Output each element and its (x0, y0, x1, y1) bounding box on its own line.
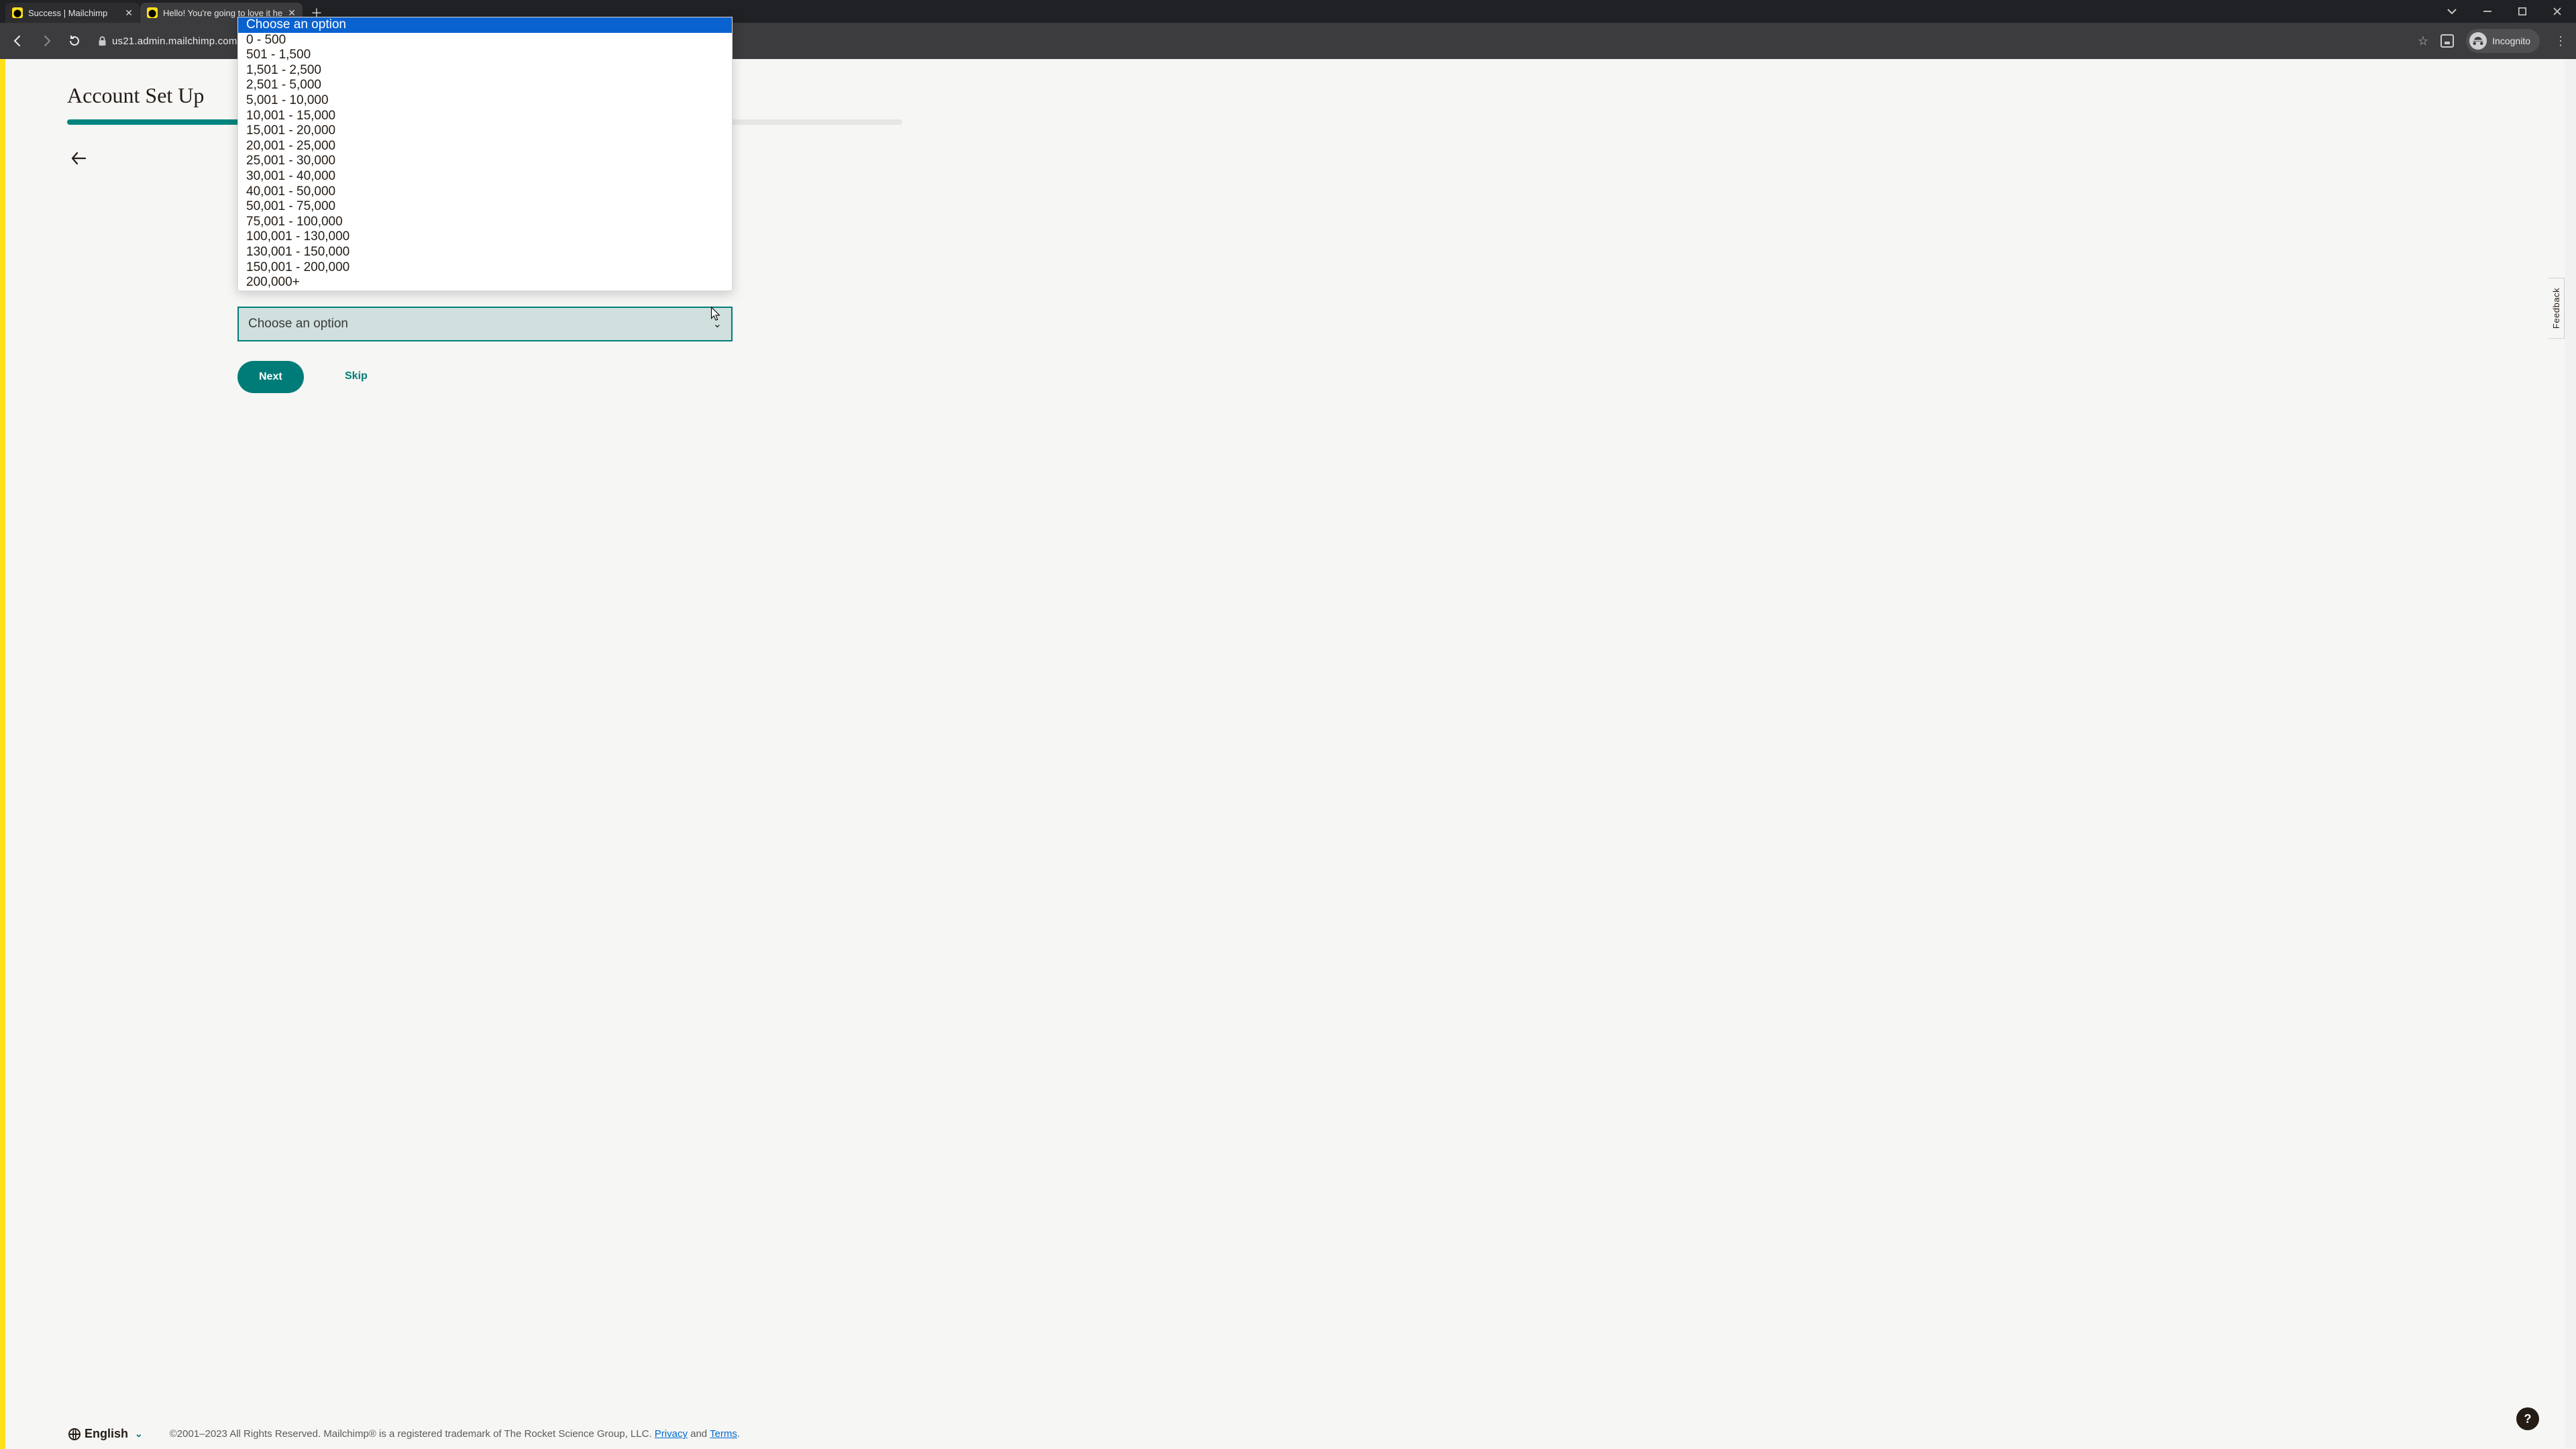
close-icon[interactable]: ✕ (125, 8, 133, 17)
select-option[interactable]: 2,501 - 5,000 (238, 78, 732, 93)
help-button[interactable]: ? (2516, 1407, 2539, 1430)
skip-button[interactable]: Skip (345, 370, 368, 382)
reload-button[interactable] (63, 30, 86, 52)
maximize-icon[interactable] (2518, 7, 2526, 15)
incognito-label: Incognito (2492, 36, 2530, 46)
select-option[interactable]: 50,001 - 75,000 (238, 199, 732, 215)
select-option[interactable]: 1,501 - 2,500 (238, 63, 732, 78)
chevron-down-icon: ⌄ (135, 1428, 143, 1440)
terms-link[interactable]: Terms (710, 1428, 737, 1440)
tab-title: Success | Mailchimp (28, 8, 119, 18)
select-option[interactable]: 25,001 - 30,000 (238, 154, 732, 169)
minimize-icon[interactable] (2483, 7, 2491, 15)
tab-search-icon[interactable] (2447, 8, 2457, 15)
close-icon[interactable]: ✕ (288, 8, 296, 17)
incognito-badge[interactable]: Incognito (2466, 29, 2540, 53)
select-option[interactable]: 0 - 500 (238, 33, 732, 48)
select-option[interactable]: 200,000+ (238, 275, 732, 290)
back-button[interactable] (71, 152, 86, 165)
mailchimp-brand-stripe (0, 59, 5, 1449)
language-label: English (85, 1427, 128, 1441)
nav-forward-button[interactable] (35, 30, 58, 52)
page-footer: English ⌄ ©2001–2023 All Rights Reserved… (68, 1427, 2538, 1441)
select-option[interactable]: 10,001 - 15,000 (238, 109, 732, 124)
globe-icon (68, 1428, 80, 1440)
copyright-and: and (688, 1428, 710, 1440)
mailchimp-favicon-icon: ⬤ (12, 7, 23, 18)
contact-count-options[interactable]: Choose an option0 - 500501 - 1,5001,501 … (237, 17, 733, 291)
page-title: Account Set Up (67, 83, 204, 108)
select-option[interactable]: 150,001 - 200,000 (238, 260, 732, 276)
nav-back-button[interactable] (7, 30, 30, 52)
select-option[interactable]: 75,001 - 100,000 (238, 215, 732, 230)
select-option[interactable]: 20,001 - 25,000 (238, 139, 732, 154)
page-viewport: Account Set Up Choose an option0 - 50050… (0, 59, 2576, 1449)
select-option[interactable]: 40,001 - 50,000 (238, 184, 732, 200)
next-button[interactable]: Next (237, 361, 304, 393)
close-window-icon[interactable] (2553, 7, 2561, 15)
select-option[interactable]: 100,001 - 130,000 (238, 229, 732, 245)
url-text: us21.admin.mailchimp.com (112, 36, 237, 47)
select-option[interactable]: Choose an option (238, 17, 732, 33)
copyright-text: ©2001–2023 All Rights Reserved. Mailchim… (170, 1428, 740, 1440)
vertical-scrollbar[interactable] (2565, 59, 2576, 1449)
bookmark-star-icon[interactable]: ☆ (2418, 34, 2428, 48)
select-option[interactable]: 30,001 - 40,000 (238, 169, 732, 184)
select-option[interactable]: 5,001 - 10,000 (238, 93, 732, 109)
contact-count-select[interactable]: Choose an option ⌄ (237, 307, 733, 341)
select-option[interactable]: 130,001 - 150,000 (238, 245, 732, 260)
copyright-period: . (737, 1428, 740, 1440)
window-controls (2432, 0, 2576, 23)
select-option[interactable]: 501 - 1,500 (238, 48, 732, 63)
browser-tab-0[interactable]: ⬤ Success | Mailchimp ✕ (5, 3, 140, 23)
incognito-icon (2469, 32, 2487, 50)
feedback-tab[interactable]: Feedback (2548, 278, 2565, 339)
copyright-pre: ©2001–2023 All Rights Reserved. Mailchim… (170, 1428, 655, 1440)
select-value: Choose an option (248, 317, 348, 331)
address-bar[interactable]: us21.admin.mailchimp.com (91, 36, 237, 47)
language-switcher[interactable]: English ⌄ (68, 1427, 143, 1441)
select-option[interactable]: 15,001 - 20,000 (238, 123, 732, 139)
privacy-link[interactable]: Privacy (655, 1428, 688, 1440)
mailchimp-favicon-icon: ⬤ (147, 7, 158, 18)
extensions-icon[interactable] (2440, 34, 2454, 48)
arrow-left-icon (71, 152, 86, 165)
chevron-down-icon: ⌄ (713, 317, 722, 331)
browser-menu-icon[interactable]: ⋮ (2552, 34, 2569, 48)
lock-icon (98, 36, 107, 46)
